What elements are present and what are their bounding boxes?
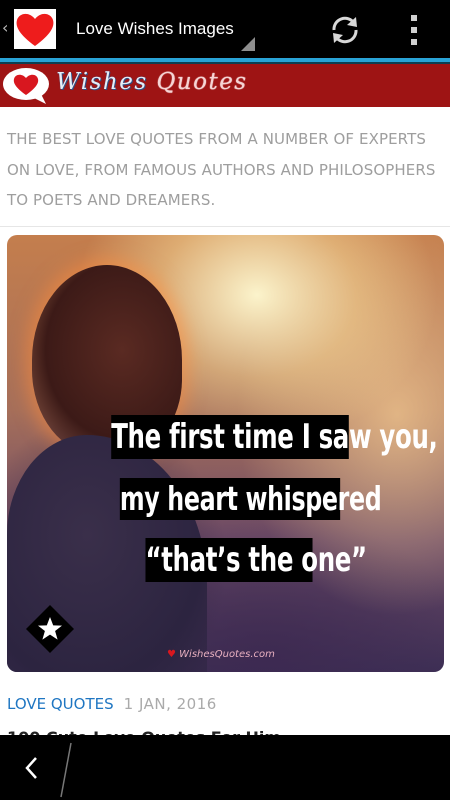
banner-word-1: Wishes <box>56 69 148 95</box>
banner-word-2: Quotes <box>156 69 248 95</box>
heart-icon <box>16 13 54 47</box>
favorite-button[interactable] <box>25 604 75 654</box>
post-image[interactable]: The first time I saw you, my heart whisp… <box>7 235 444 672</box>
spinner-dropdown-indicator[interactable] <box>241 37 255 51</box>
chevron-left-icon[interactable]: ‹ <box>2 20 8 36</box>
watermark-text: WishesQuotes.com <box>179 649 275 660</box>
post-meta: LOVE QUOTES 1 JAN, 2016 <box>7 695 217 713</box>
action-bar: ‹ Love Wishes Images <box>0 0 450 58</box>
site-description: THE BEST LOVE QUOTES FROM A NUMBER OF EX… <box>7 130 436 209</box>
heart-speech-bubble-icon <box>3 68 49 104</box>
refresh-icon[interactable] <box>328 13 362 47</box>
category-link[interactable]: LOVE QUOTES <box>7 695 114 713</box>
back-arrow-icon[interactable] <box>20 753 44 783</box>
app-icon[interactable] <box>14 9 56 49</box>
more-vertical-icon[interactable] <box>404 12 424 48</box>
quote-line-3: “that’s the one” <box>145 538 367 582</box>
quote-line-2: my heart whispered <box>119 478 382 520</box>
post-date: 1 JAN, 2016 <box>123 695 217 713</box>
quote-line-1: The first time I saw you, <box>111 415 438 459</box>
site-banner: Wishes Quotes <box>0 64 450 107</box>
image-watermark: ♥ WishesQuotes.com <box>167 649 275 660</box>
system-nav-bar <box>0 735 450 800</box>
banner-wordmark: Wishes Quotes <box>56 69 248 95</box>
app-title[interactable]: Love Wishes Images <box>76 19 234 39</box>
divider <box>0 226 450 227</box>
nav-divider <box>60 742 72 798</box>
